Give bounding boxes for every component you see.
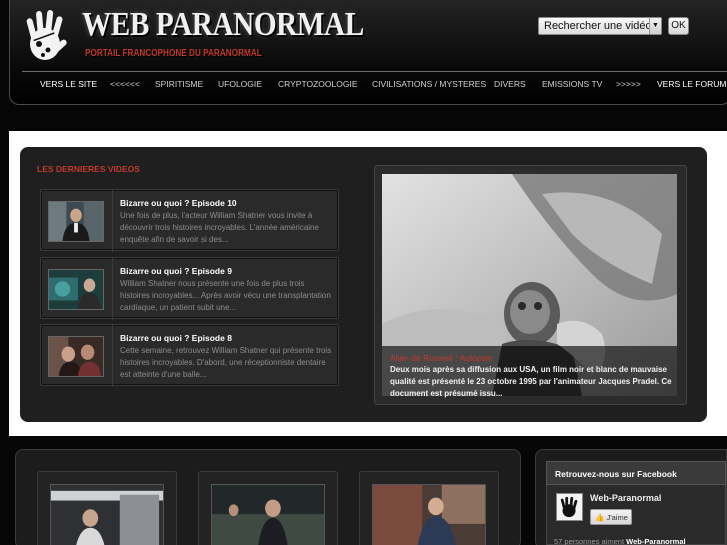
nav-item-vers-le-forum[interactable]: VERS LE FORUM bbox=[657, 79, 726, 89]
facebook-like-button[interactable]: 👍 J'aime bbox=[590, 509, 632, 525]
video-title[interactable]: Bizarre ou quoi ? Episode 10 bbox=[120, 198, 237, 208]
search-ok-button[interactable]: OK bbox=[668, 17, 689, 35]
video-thumbnail[interactable] bbox=[48, 336, 104, 377]
video-description: William Shatner nous présente une fois d… bbox=[120, 279, 331, 312]
video-thumbnail[interactable] bbox=[211, 484, 325, 545]
site-title[interactable]: WEB PARANORMAL bbox=[82, 6, 364, 44]
hand-print-icon[interactable] bbox=[556, 493, 583, 521]
hand-print-icon[interactable] bbox=[23, 6, 69, 66]
nav-item-emissions-tv[interactable]: EMISSIONS TV bbox=[542, 79, 602, 89]
facebook-like-count: 57 personnes aiment Web-Paranormal bbox=[554, 537, 686, 545]
thumb-cell bbox=[41, 190, 113, 252]
nav-item-spiritisme[interactable]: SPIRITISME bbox=[155, 79, 203, 89]
video-card[interactable] bbox=[198, 471, 338, 545]
featured-title[interactable]: Alien de Roswell : Autopsie bbox=[390, 353, 493, 363]
facebook-page-name[interactable]: Web-Paranormal bbox=[590, 493, 661, 503]
video-thumbnail[interactable] bbox=[372, 484, 486, 545]
nav-item-ufologie[interactable]: UFOLOGIE bbox=[218, 79, 262, 89]
featured-caption: Alien de Roswell : Autopsie Deux mois ap… bbox=[382, 346, 677, 398]
chevron-down-icon[interactable]: ▼ bbox=[649, 18, 661, 34]
video-description: Une fois de plus, l'acteur William Shatn… bbox=[120, 211, 319, 244]
video-list-item[interactable]: Bizarre ou quoi ? Episode 10 Une fois de… bbox=[40, 189, 339, 252]
nav-item-civilisations[interactable]: CIVILISATIONS / MYSTERES bbox=[372, 79, 486, 89]
nav-item-cryptozoologie[interactable]: CRYPTOZOOLOGIE bbox=[278, 79, 358, 89]
site-subtitle: PORTAIL FRANCOPHONE DU PARANORMAL bbox=[85, 48, 262, 59]
video-list-item[interactable]: Bizarre ou quoi ? Episode 9 William Shat… bbox=[40, 257, 339, 320]
nav-divider bbox=[22, 71, 727, 72]
nav-item-divers[interactable]: DIVERS bbox=[494, 79, 526, 89]
main-nav: VERS LE SITE <<<<<< SPIRITISME UFOLOGIE … bbox=[10, 79, 727, 93]
featured-description: Deux mois après sa diffusion aux USA, un… bbox=[390, 365, 672, 398]
facebook-heading: Retrouvez-nous sur Facebook bbox=[546, 461, 726, 485]
video-search-select[interactable]: Rechercher une vidéo ▼ bbox=[538, 17, 662, 35]
site-header: WEB PARANORMAL PORTAIL FRANCOPHONE DU PA… bbox=[9, 0, 727, 105]
video-description: Cette semaine, retrouvez William Shatner… bbox=[120, 346, 332, 379]
section-title: LES DERNIERES VIDEOS bbox=[37, 164, 140, 174]
video-thumbnail[interactable] bbox=[48, 201, 104, 242]
video-thumbnail[interactable] bbox=[50, 484, 164, 545]
nav-item-prev[interactable]: <<<<<< bbox=[110, 79, 140, 89]
thumb-cell bbox=[41, 325, 113, 387]
video-title[interactable]: Bizarre ou quoi ? Episode 8 bbox=[120, 333, 232, 343]
thumb-cell bbox=[41, 258, 113, 320]
video-thumbnail[interactable] bbox=[48, 269, 104, 310]
thumbs-up-icon: 👍 bbox=[595, 513, 605, 522]
facebook-count-page[interactable]: Web-Paranormal bbox=[626, 537, 685, 545]
video-list-item[interactable]: Bizarre ou quoi ? Episode 8 Cette semain… bbox=[40, 324, 339, 387]
video-card[interactable] bbox=[359, 471, 499, 545]
nav-item-next[interactable]: >>>>> bbox=[616, 79, 641, 89]
like-label: J'aime bbox=[606, 513, 628, 522]
search-select-value: Rechercher une vidéo bbox=[544, 20, 652, 32]
video-card[interactable] bbox=[37, 471, 177, 545]
nav-item-vers-le-site[interactable]: VERS LE SITE bbox=[40, 79, 97, 89]
video-title[interactable]: Bizarre ou quoi ? Episode 9 bbox=[120, 266, 232, 276]
